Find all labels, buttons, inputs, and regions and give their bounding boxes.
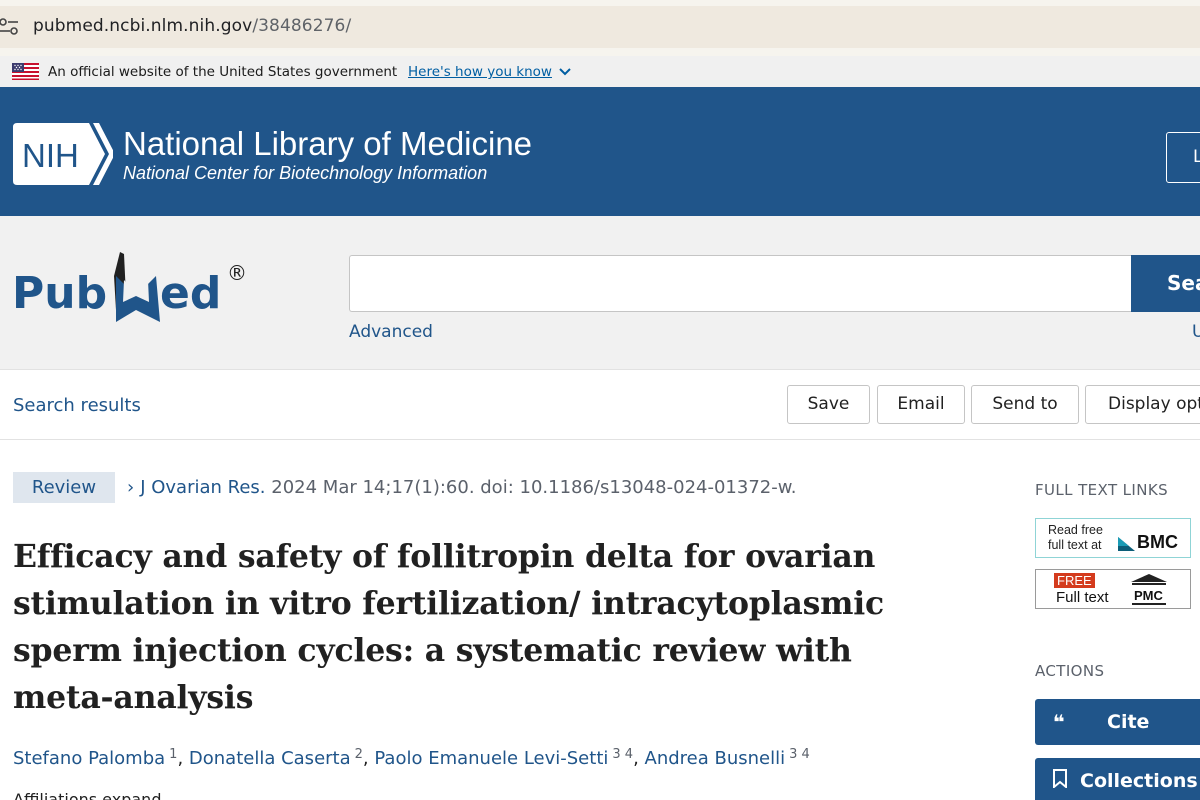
- heres-how-you-know-link[interactable]: Here's how you know: [408, 64, 552, 80]
- pmc-full-text-link[interactable]: FREE Full text PMC: [1035, 569, 1191, 609]
- cite-button[interactable]: ❝ Cite: [1035, 699, 1200, 745]
- pmc-free-label: FREE: [1054, 573, 1095, 588]
- site-settings-icon[interactable]: [0, 17, 18, 37]
- pmc-logo-icon: PMC: [1129, 573, 1169, 607]
- article-title: Efficacy and safety of follitropin delta…: [13, 538, 885, 716]
- author-link[interactable]: Stefano Palomba: [13, 748, 165, 769]
- affiliations-toggle[interactable]: Affiliations expand: [13, 790, 161, 800]
- pubmed-logo-right: ed: [160, 268, 221, 319]
- bmc-brand: BMC: [1137, 532, 1178, 552]
- gov-banner-text: An official website of the United States…: [48, 64, 398, 80]
- display-options-button[interactable]: Display opti: [1085, 385, 1200, 424]
- affiliation-ref[interactable]: 2: [355, 747, 363, 762]
- full-text-links-heading: FULL TEXT LINKS: [1035, 481, 1169, 499]
- article-toolbar: Search results Save Email Send to Displa…: [0, 370, 1200, 440]
- user-guide-link[interactable]: U: [1192, 322, 1200, 342]
- bmc-logo-icon: [1118, 536, 1135, 551]
- citation-details: 2024 Mar 14;17(1):60. doi: 10.1186/s1304…: [271, 477, 797, 498]
- nlm-subtitle: National Center for Biotechnology Inform…: [123, 163, 488, 183]
- affiliation-ref[interactable]: 3 4: [612, 747, 633, 762]
- quote-icon: ❝: [1053, 710, 1065, 734]
- article-citation: › J Ovarian Res. 2024 Mar 14;17(1):60. do…: [127, 477, 797, 498]
- search-area: Pub ed ® Sea Advanced U: [0, 216, 1200, 370]
- bmc-line2: full text at: [1048, 538, 1102, 552]
- collections-button[interactable]: Collections: [1035, 758, 1200, 800]
- bmc-full-text-link[interactable]: Read free full text at BMC: [1035, 518, 1191, 558]
- author-separator: ,: [633, 748, 645, 769]
- save-button[interactable]: Save: [787, 385, 870, 424]
- collections-label: Collections: [1080, 770, 1198, 792]
- bmc-link-text: Read free full text at: [1048, 523, 1103, 553]
- chevron-down-icon[interactable]: [558, 64, 572, 83]
- nih-logo-text: NIH: [22, 137, 79, 174]
- pmc-full-text-label: Full text: [1056, 589, 1109, 606]
- registered-mark: ®: [227, 261, 247, 285]
- send-to-button[interactable]: Send to: [971, 385, 1079, 424]
- email-button[interactable]: Email: [877, 385, 965, 424]
- gov-banner: An official website of the United States…: [0, 56, 1200, 87]
- bookmark-icon: [1053, 769, 1067, 793]
- author-link[interactable]: Paolo Emanuele Levi-Setti: [374, 748, 608, 769]
- advanced-search-link[interactable]: Advanced: [349, 322, 433, 342]
- url-path: /38486276/: [252, 16, 352, 36]
- nih-logo[interactable]: NIH: [13, 123, 115, 185]
- search-input[interactable]: [349, 255, 1132, 312]
- pubmed-logo[interactable]: Pub ed ®: [12, 250, 252, 330]
- publication-type-badge: Review: [13, 472, 115, 503]
- journal-link[interactable]: J Ovarian Res.: [140, 477, 265, 498]
- login-button[interactable]: L: [1166, 132, 1200, 183]
- author-list: Stefano Palomba 1, Donatella Caserta 2, Pa…: [13, 747, 810, 769]
- actions-heading: ACTIONS: [1035, 662, 1105, 680]
- url-host: pubmed.ncbi.nlm.nih.gov: [33, 16, 253, 36]
- affiliation-ref[interactable]: 3 4: [789, 747, 810, 762]
- nlm-title: National Library of Medicine: [123, 125, 533, 162]
- chevron-right-icon: ›: [127, 477, 135, 498]
- cite-label: Cite: [1107, 711, 1150, 733]
- author-separator: ,: [177, 748, 189, 769]
- search-button[interactable]: Sea: [1131, 255, 1200, 312]
- bmc-line1: Read free: [1048, 523, 1103, 537]
- author-separator: ,: [362, 748, 375, 769]
- pmc-brand: PMC: [1134, 588, 1164, 603]
- author-link[interactable]: Andrea Busnelli: [645, 748, 786, 769]
- nlm-header: NIH National Library of Medicine Nationa…: [0, 87, 1200, 216]
- us-flag-icon: [12, 63, 39, 80]
- search-results-link[interactable]: Search results: [13, 395, 141, 416]
- url-text[interactable]: pubmed.ncbi.nlm.nih.gov/38486276/: [33, 16, 351, 36]
- browser-address-bar: pubmed.ncbi.nlm.nih.gov/38486276/: [0, 0, 1200, 56]
- pubmed-logo-left: Pub: [12, 268, 107, 319]
- author-link[interactable]: Donatella Caserta: [189, 748, 351, 769]
